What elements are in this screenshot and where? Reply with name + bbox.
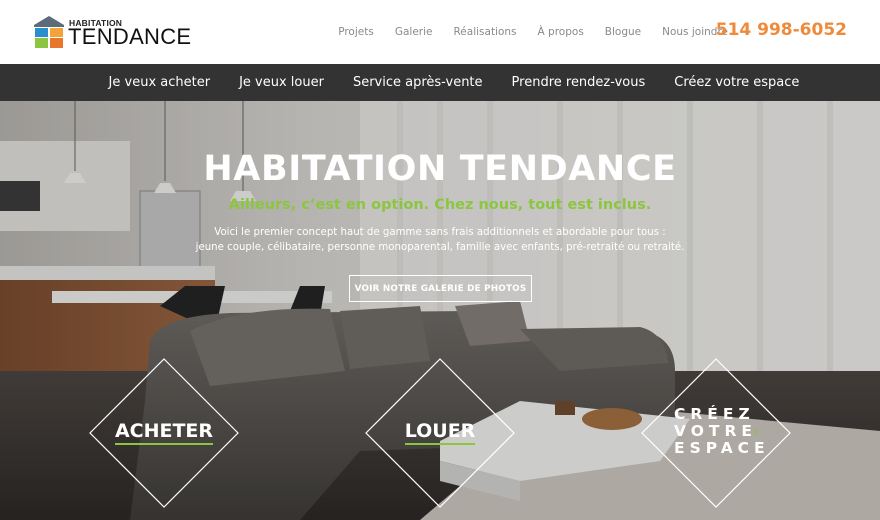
tile-acheter-text: ACHETER — [114, 420, 214, 445]
phone-number[interactable]: 514 998-6052 — [716, 20, 847, 40]
hero-description: Voici le premier concept haut de gamme s… — [0, 225, 880, 255]
top-header: HABITATION TENDANCE Projets Galerie Réal… — [0, 0, 880, 64]
hero-description-line-2: jeune couple, célibataire, personne mono… — [195, 242, 685, 253]
tile-creez-label: CRÉEZ VOTRE ESPACE — [674, 406, 784, 457]
tile-creez-line-3: ESPACE — [674, 439, 770, 457]
top-nav-realisations[interactable]: Réalisations — [453, 26, 516, 38]
tile-creez-line-1: CRÉEZ — [674, 405, 755, 423]
top-nav-projets[interactable]: Projets — [338, 26, 374, 38]
main-nav: Je veux acheter Je veux louer Service ap… — [0, 64, 880, 101]
top-nav: Projets Galerie Réalisations À propos Bl… — [317, 0, 728, 64]
tile-creez-line-2: VOTRE — [674, 422, 757, 440]
top-nav-a-propos[interactable]: À propos — [538, 26, 584, 38]
tile-louer-text: LOUER — [404, 420, 476, 445]
tile-creez-espace[interactable]: CRÉEZ VOTRE ESPACE › — [641, 358, 791, 508]
tile-acheter-label: ACHETER — [89, 420, 239, 445]
main-nav-rendez-vous[interactable]: Prendre rendez-vous — [512, 75, 646, 90]
main-nav-louer[interactable]: Je veux louer — [239, 75, 324, 90]
hero-banner: HABITATION TENDANCE Ailleurs, c’est en o… — [0, 101, 880, 520]
logo[interactable]: HABITATION TENDANCE — [34, 15, 191, 51]
top-nav-blogue[interactable]: Blogue — [605, 26, 641, 38]
chevron-right-icon: › — [753, 424, 759, 440]
hero-title: HABITATION TENDANCE — [203, 149, 677, 189]
tile-louer[interactable]: LOUER — [365, 358, 515, 508]
logo-text-main: TENDANCE — [68, 24, 192, 49]
top-nav-galerie[interactable]: Galerie — [395, 26, 433, 38]
tile-acheter[interactable]: ACHETER — [89, 358, 239, 508]
main-nav-acheter[interactable]: Je veux acheter — [109, 75, 211, 90]
main-nav-creez-espace[interactable]: Créez votre espace — [674, 75, 799, 90]
hero-description-line-1: Voici le premier concept haut de gamme s… — [214, 227, 666, 238]
gallery-button[interactable]: VOIR NOTRE GALERIE DE PHOTOS — [349, 275, 532, 302]
house-logo-icon — [34, 16, 64, 48]
tile-louer-label: LOUER — [365, 420, 515, 445]
hero-tagline: Ailleurs, c’est en option. Chez nous, to… — [228, 197, 652, 213]
main-nav-service[interactable]: Service après-vente — [353, 75, 483, 90]
